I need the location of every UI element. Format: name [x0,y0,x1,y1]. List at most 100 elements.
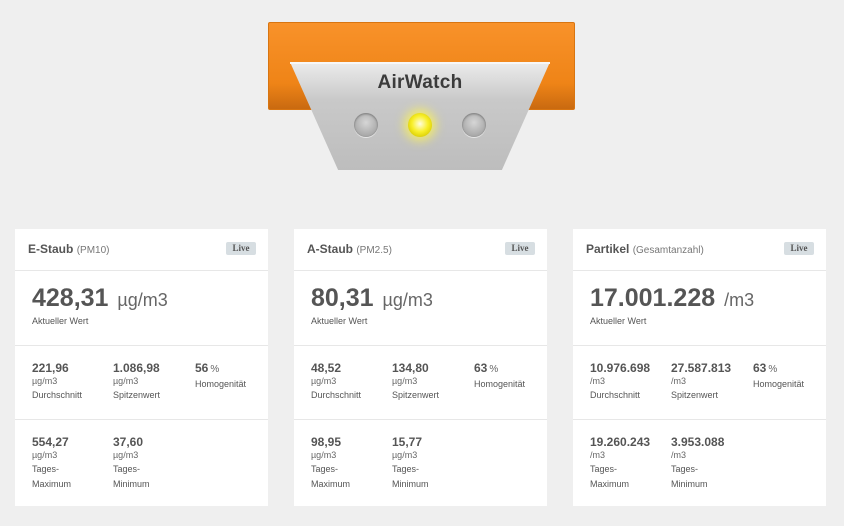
stat-label-line1: Tages- [590,464,618,474]
stat-label-line2: Maximum [32,479,72,489]
stat-label: Tages- Minimum [392,462,472,492]
stat-label-line1: Tages- [392,464,420,474]
stat-value: 37,60 [113,435,144,449]
card-title-text: Partikel [586,242,630,256]
stat-unit: µg/m3 [32,376,58,386]
left-light-icon [354,113,378,137]
current-value-label: Aktueller Wert [311,316,368,326]
stat-label-line2: Minimum [113,479,150,489]
daily-stats-row: 19.260.243 /m3 Tages- Maximum 3.953.088 /… [573,420,826,493]
stat-label-line1: Tages- [671,464,699,474]
stat-percent-unit: % [210,364,220,375]
current-value-section: 17.001.228 /m3 Aktueller Wert [573,271,826,346]
device-plate-edge [290,62,550,64]
stat-label-line2: Maximum [311,479,351,489]
stat-value: 63% [753,361,833,375]
stat-value: 27.587.813 [671,361,732,375]
stat-unit: /m3 [590,450,606,460]
card-subtitle: (PM10) [76,245,110,256]
card-title-text: A-Staub [307,242,353,256]
stat-average: 48,52 µg/m3 Durchschnitt [311,361,391,403]
stat-daily-max: 554,27 µg/m3 Tages- Maximum [32,435,112,492]
stat-unit: µg/m3 [392,450,418,460]
stats-row: 221,96 µg/m3 Durchschnitt 1.086,98 µg/m3… [15,346,268,420]
stat-unit: µg/m3 [113,450,139,460]
stat-percent-unit: % [768,364,778,375]
card-title: A-Staub (PM2.5) [307,242,392,256]
current-value: 17.001.228 /m3 [590,284,754,313]
current-value-section: 80,31 µg/m3 Aktueller Wert [294,271,547,346]
stat-value: 10.976.698 [590,361,651,375]
current-value-section: 428,31 µg/m3 Aktueller Wert [15,271,268,346]
current-value: 80,31 µg/m3 [311,284,433,313]
stat-value: 221,96 [32,361,69,375]
stat-daily-max: 98,95 µg/m3 Tages- Maximum [311,435,391,492]
stat-label-line2: Minimum [671,479,708,489]
stat-label: Tages- Maximum [32,462,112,492]
stat-homogeneity: 63% Homogenität [753,361,833,392]
stat-label-line1: Tages- [113,464,141,474]
daily-stats-row: 554,27 µg/m3 Tages- Maximum 37,60 µg/m3 T… [15,420,268,493]
stat-unit: µg/m3 [32,450,58,460]
stat-label-line1: Tages- [32,464,60,474]
stat-daily-min: 3.953.088 /m3 Tages- Minimum [671,435,751,492]
stat-value: 134,80 [392,361,429,375]
stat-label: Homogenität [474,379,526,389]
live-badge: Live [784,242,814,255]
card-header: Partikel (Gesamtanzahl) Live [573,229,826,271]
stat-value: 19.260.243 [590,435,651,449]
stat-value-number: 63 [474,361,488,375]
stat-homogeneity: 63% Homogenität [474,361,554,392]
stats-row: 48,52 µg/m3 Durchschnitt 134,80 µg/m3 Sp… [294,346,547,420]
live-badge: Live [505,242,535,255]
stat-label: Tages- Minimum [113,462,193,492]
stat-average: 10.976.698 /m3 Durchschnitt [590,361,670,403]
stat-unit: µg/m3 [311,450,337,460]
stat-value-number: 63 [753,361,767,375]
current-value-unit: µg/m3 [382,290,433,310]
stat-value-number: 56 [195,361,209,375]
current-value-number: 17.001.228 [590,284,716,312]
card-partikel: Partikel (Gesamtanzahl) Live 17.001.228 … [573,229,826,506]
stat-value: 98,95 [311,435,342,449]
live-badge: Live [226,242,256,255]
center-light-icon [408,113,432,137]
daily-stats-row: 98,95 µg/m3 Tages- Maximum 15,77 µg/m3 Ta… [294,420,547,493]
stats-row: 10.976.698 /m3 Durchschnitt 27.587.813 /… [573,346,826,420]
stat-label-line1: Tages- [311,464,339,474]
card-title: E-Staub (PM10) [28,242,109,256]
card-title: Partikel (Gesamtanzahl) [586,242,704,256]
stat-unit: µg/m3 [311,376,337,386]
brand-title: AirWatch [377,72,463,93]
stat-value: 56% [195,361,275,375]
stat-label-line2: Minimum [392,479,429,489]
stat-daily-max: 19.260.243 /m3 Tages- Maximum [590,435,670,492]
current-value-number: 428,31 [32,284,109,312]
current-value-unit: µg/m3 [117,290,168,310]
stat-label: Spitzenwert [671,390,719,400]
card-subtitle: (Gesamtanzahl) [632,245,704,256]
stat-label: Tages- Maximum [590,462,670,492]
stat-unit: /m3 [671,376,687,386]
stat-peak: 27.587.813 /m3 Spitzenwert [671,361,751,403]
stat-daily-min: 37,60 µg/m3 Tages- Minimum [113,435,193,492]
stat-label-line2: Maximum [590,479,630,489]
card-title-text: E-Staub [28,242,74,256]
current-value: 428,31 µg/m3 [32,284,168,313]
current-value-number: 80,31 [311,284,374,312]
stat-label: Homogenität [753,379,805,389]
stat-label: Spitzenwert [113,390,161,400]
stat-peak: 1.086,98 µg/m3 Spitzenwert [113,361,193,403]
stat-percent-unit: % [489,364,499,375]
current-value-unit: /m3 [724,290,755,310]
card-a-staub: A-Staub (PM2.5) Live 80,31 µg/m3 Aktuell… [294,229,547,506]
stat-value: 48,52 [311,361,342,375]
stat-unit: /m3 [590,376,606,386]
stat-value: 63% [474,361,554,375]
stat-peak: 134,80 µg/m3 Spitzenwert [392,361,472,403]
stat-unit: /m3 [671,450,687,460]
stat-label: Tages- Maximum [311,462,391,492]
stat-daily-min: 15,77 µg/m3 Tages- Minimum [392,435,472,492]
stat-unit: µg/m3 [113,376,139,386]
airwatch-logo-device: AirWatch [268,22,575,172]
